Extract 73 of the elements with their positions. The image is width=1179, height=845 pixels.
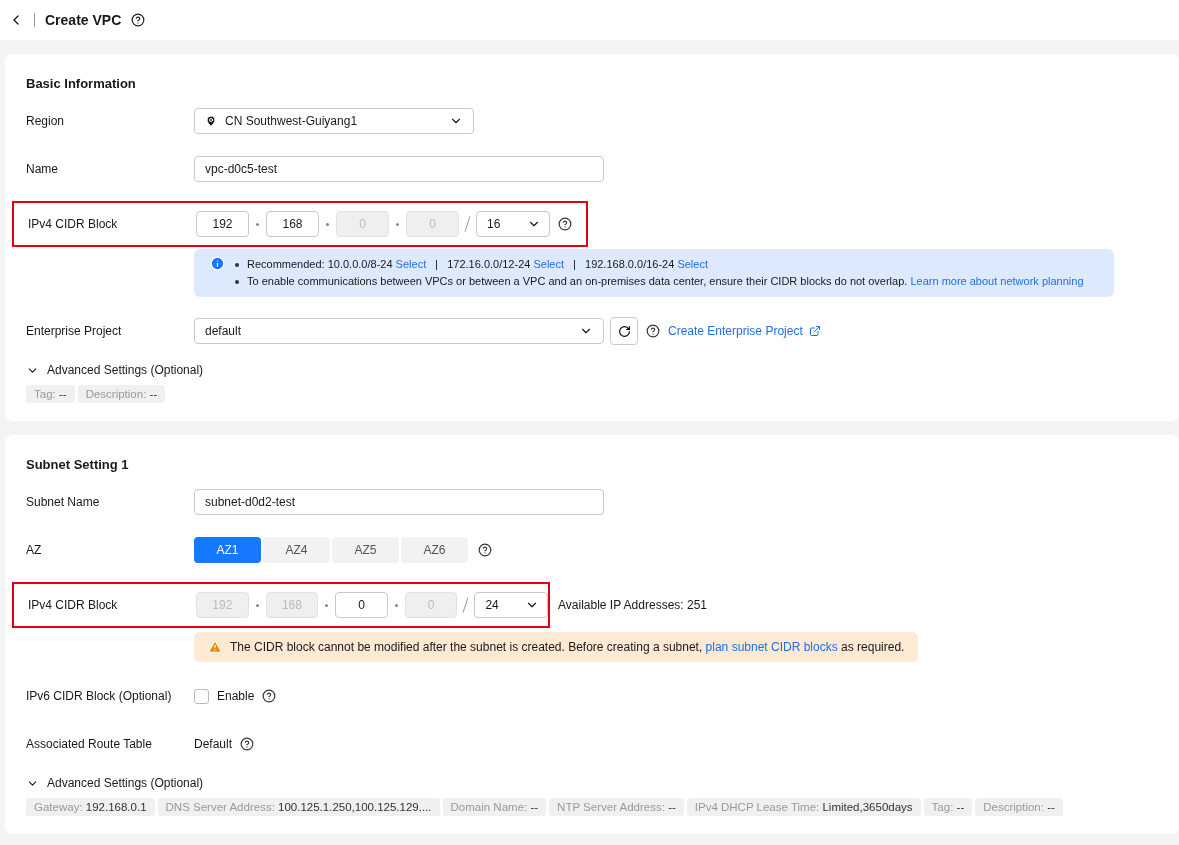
region-select[interactable]: CN Southwest-Guiyang1	[194, 108, 474, 134]
advanced-settings-toggle[interactable]: Advanced Settings (Optional)	[26, 363, 204, 377]
select-link[interactable]: Select	[395, 258, 427, 270]
route-table-value: Default	[194, 737, 233, 751]
available-ip-text: Available IP Addresses: 251	[558, 598, 707, 612]
field-label: IPv4 CIDR Block	[28, 217, 119, 231]
refresh-button[interactable]	[610, 317, 638, 345]
help-icon[interactable]	[262, 689, 277, 703]
warning-icon	[208, 640, 222, 654]
octet-field[interactable]: 192	[196, 211, 249, 237]
setting-tag: Domain Name: --	[442, 798, 547, 816]
setting-tag: Tag: --	[923, 798, 973, 816]
field-label: Subnet Name	[26, 495, 101, 509]
select-link[interactable]: Select	[677, 258, 708, 270]
advanced-settings-toggle[interactable]: Advanced Settings (Optional)	[26, 776, 204, 790]
dot-separator-icon	[394, 603, 398, 607]
help-icon[interactable]	[240, 737, 255, 751]
plan-subnet-link[interactable]: plan subnet CIDR blocks	[705, 640, 838, 654]
location-pin-icon	[205, 115, 217, 127]
warning-text: The CIDR block cannot be modified after the subnet is created. Before creating a subnet, plan subnet CIDR blocks as required.	[230, 640, 905, 654]
field-label: Name	[26, 162, 59, 176]
az-option[interactable]: AZ4	[263, 537, 330, 563]
dot-separator-icon	[326, 222, 329, 226]
mask-select[interactable]: 16	[476, 211, 550, 237]
checkbox-label: Enable	[217, 689, 255, 703]
pipe-separator-icon	[436, 260, 438, 271]
name-input[interactable]: vpc-d0c5-test	[194, 156, 604, 182]
az-option[interactable]: AZ1	[194, 537, 261, 563]
info-icon	[210, 256, 225, 271]
setting-tag: Description: --	[77, 385, 166, 403]
select-link[interactable]: Select	[533, 258, 564, 270]
bullet-icon	[235, 280, 239, 284]
recommended-range: Recommended: 10.0.0.0/8-24	[247, 258, 393, 270]
setting-tag: Gateway: 192.168.0.1	[26, 798, 155, 816]
dot-separator-icon	[396, 222, 399, 226]
external-link-icon	[808, 325, 821, 337]
setting-tag: Description: --	[975, 798, 1063, 816]
field-label: Region	[26, 114, 66, 128]
mask-select[interactable]: 24	[474, 592, 548, 618]
help-icon[interactable]	[478, 543, 492, 557]
pipe-separator-icon	[574, 260, 575, 271]
help-icon[interactable]	[558, 217, 572, 231]
dot-separator-icon	[255, 603, 259, 607]
section-title: Basic Information	[26, 76, 137, 91]
dot-separator-icon	[325, 603, 329, 607]
help-icon[interactable]	[131, 13, 146, 27]
subnet-name-input[interactable]: subnet-d0d2-test	[194, 489, 604, 515]
field-label: Associated Route Table	[26, 737, 153, 751]
setting-tag: NTP Server Address: --	[549, 798, 684, 816]
az-option[interactable]: AZ6	[401, 537, 468, 563]
refresh-icon	[617, 324, 631, 338]
dot-separator-icon	[256, 222, 259, 226]
setting-tag: DNS Server Address: 100.125.1.250,100.125.129....	[157, 798, 440, 816]
field-label: Enterprise Project	[26, 324, 123, 338]
setting-tag: Tag: --	[26, 385, 75, 403]
help-icon[interactable]	[646, 324, 660, 338]
enterprise-project-select[interactable]: default	[194, 318, 604, 344]
az-option[interactable]: AZ5	[332, 537, 399, 563]
octet-field[interactable]: 0	[335, 592, 388, 618]
field-label: AZ	[26, 543, 43, 557]
info-text: To enable communications between VPCs or between a VPC and an on-premises data center, ensure their CIDR blocks do not overlap.	[247, 275, 908, 287]
page-title: Create VPC	[45, 12, 122, 28]
recommended-range: 172.16.0.0/12-24	[447, 258, 531, 270]
bullet-icon	[235, 263, 239, 267]
enable-checkbox[interactable]	[194, 688, 209, 704]
field-label: IPv4 CIDR Block	[28, 598, 119, 612]
octet-field[interactable]: 168	[266, 211, 319, 237]
create-enterprise-project-link[interactable]: Create Enterprise Project	[668, 324, 821, 338]
setting-tag: IPv4 DHCP Lease Time: Limited,3650days	[686, 798, 921, 816]
field-label: IPv6 CIDR Block (Optional)	[26, 689, 173, 703]
section-title: Subnet Setting 1	[26, 457, 130, 472]
network-planning-link[interactable]: Learn more about network planning	[910, 275, 1084, 287]
recommended-range: 192.168.0.0/16-24	[585, 258, 675, 270]
